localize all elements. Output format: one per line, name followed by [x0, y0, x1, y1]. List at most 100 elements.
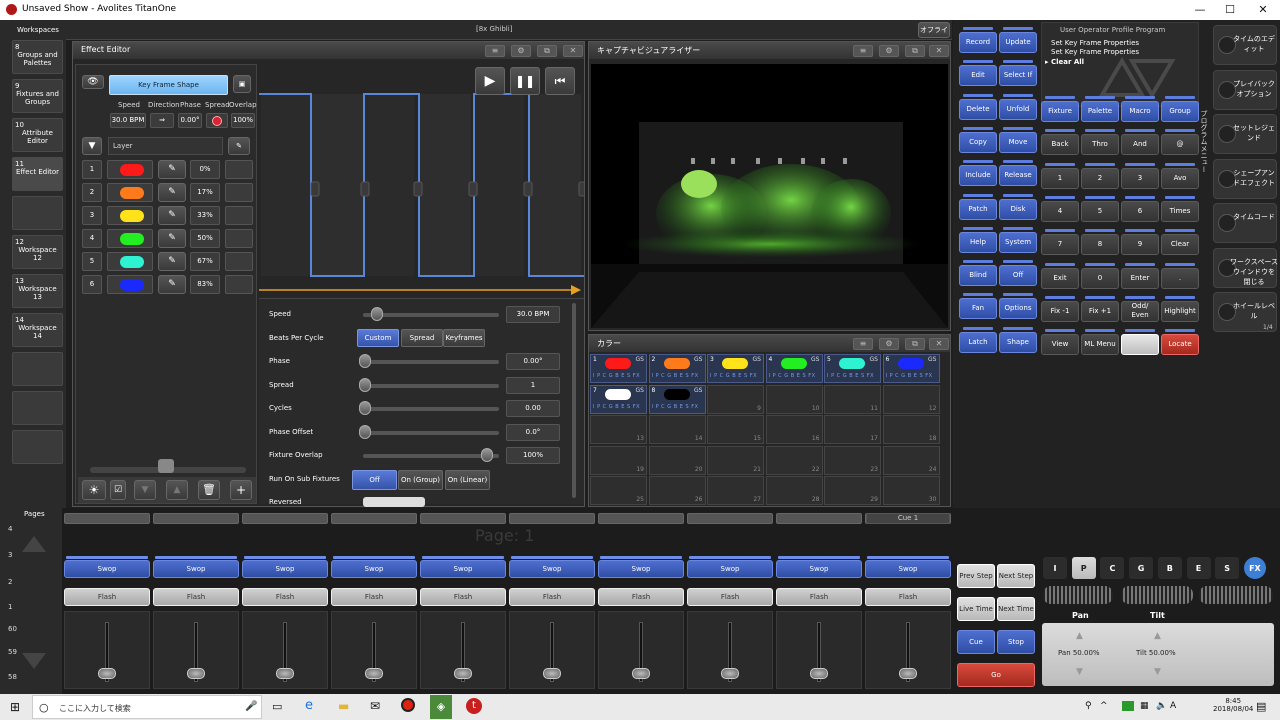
param-slider[interactable]	[363, 407, 499, 411]
palette-cell[interactable]: 13	[590, 415, 647, 444]
param-slider[interactable]	[363, 454, 499, 458]
param-slider[interactable]	[363, 430, 499, 435]
fader-knob[interactable]	[454, 668, 472, 679]
pencil-icon[interactable]: ✎	[158, 206, 186, 225]
palette-cell[interactable]: 2 GS I P C G B E S FX	[648, 354, 706, 383]
palette-cell[interactable]: 19	[590, 445, 647, 475]
flash-button[interactable]: Flash	[331, 588, 417, 606]
keyframe-handle[interactable]	[523, 181, 533, 197]
param-value[interactable]: 100%	[506, 447, 560, 464]
page-number[interactable]: 58	[8, 673, 17, 681]
flash-button[interactable]: Flash	[776, 588, 862, 606]
workspace-14[interactable]: 14 Workspace 14	[12, 313, 63, 347]
palette-cell[interactable]: 5 GS I P C G B E S FX	[824, 354, 881, 383]
swop-button[interactable]: Swop	[509, 560, 595, 578]
record-app-icon[interactable]	[401, 698, 415, 712]
flash-button[interactable]: Flash	[242, 588, 328, 606]
palette-cell[interactable]: 10	[765, 384, 823, 414]
fader-knob[interactable]	[899, 668, 917, 679]
swop-button[interactable]: Swop	[153, 560, 239, 578]
playback-legend[interactable]	[598, 513, 684, 524]
key-record[interactable]: Record	[959, 32, 997, 53]
pause-icon[interactable]: ❚❚	[510, 67, 540, 95]
people-icon[interactable]: ⚲	[1085, 701, 1092, 711]
layer-color-swatch[interactable]	[107, 183, 153, 202]
param-value[interactable]: 0.00°	[506, 353, 560, 370]
palette-cell[interactable]: 23	[824, 445, 881, 475]
bpc-option-0[interactable]: Custom	[357, 328, 399, 347]
key-9[interactable]: 9	[1121, 234, 1159, 256]
pencil-icon[interactable]: ✎	[158, 252, 186, 271]
palette-cell[interactable]: 6 GS I P C G B E S FX	[882, 354, 940, 383]
detach-icon[interactable]: ⧉	[905, 45, 925, 57]
param-knob[interactable]	[359, 401, 371, 415]
key-update[interactable]: Update	[999, 32, 1037, 53]
attribute-tab-g[interactable]: G	[1129, 557, 1154, 579]
tilt-up-icon[interactable]: ▲	[1154, 631, 1161, 641]
volume-icon[interactable]: 🔈	[1156, 701, 1167, 711]
flash-button[interactable]: Flash	[687, 588, 773, 606]
layer-slot[interactable]	[225, 160, 253, 179]
page-down-icon[interactable]	[22, 653, 46, 669]
flash-button[interactable]: Flash	[153, 588, 239, 606]
page-up-icon[interactable]	[22, 536, 46, 552]
palette-cell[interactable]: 27	[707, 476, 764, 505]
keyframe-handle[interactable]	[310, 181, 320, 197]
key--[interactable]: @	[1161, 134, 1199, 156]
ime-indicator[interactable]: A	[1170, 701, 1176, 711]
trash-icon[interactable]: 🗑	[198, 480, 220, 500]
page-number[interactable]: 4	[8, 525, 12, 533]
keyframe-shape-button[interactable]: Key Frame Shape	[109, 75, 228, 95]
layer-slot[interactable]	[225, 275, 253, 294]
palette-cell[interactable]: 7 GS I P C G B E S FX	[590, 384, 647, 414]
eye-icon[interactable]: 👁	[82, 75, 104, 89]
side-key-4[interactable]: タイムコード	[1213, 203, 1277, 243]
key-4[interactable]: 4	[1041, 200, 1079, 222]
layer-percent[interactable]: 83%	[190, 275, 220, 294]
side-key-0[interactable]: タイムのエディット	[1213, 25, 1277, 65]
attribute-tab-e[interactable]: E	[1186, 557, 1211, 579]
keyframe-handle[interactable]	[360, 181, 370, 197]
info-tabs[interactable]: User Operator Profile Program	[1060, 26, 1165, 34]
swop-button[interactable]: Swop	[64, 560, 150, 578]
palette-cell[interactable]: 17	[824, 415, 881, 444]
swop-button[interactable]: Swop	[776, 560, 862, 578]
workspace-empty-4[interactable]	[12, 196, 63, 230]
param-slider[interactable]	[363, 360, 499, 364]
palette-cell[interactable]: 16	[765, 415, 823, 444]
network-icon[interactable]: ▦	[1140, 701, 1149, 711]
keyframe-handle[interactable]	[468, 181, 478, 197]
flash-button[interactable]: Flash	[598, 588, 684, 606]
side-key-5[interactable]: ワークスペースウインドウを閉じる	[1213, 247, 1278, 288]
detach-icon[interactable]: ⧉	[905, 338, 925, 350]
layer-color-swatch[interactable]	[107, 275, 153, 294]
close-icon[interactable]: ✕	[929, 45, 949, 57]
layer-color-swatch[interactable]	[107, 229, 153, 248]
play-icon[interactable]: ▶	[475, 67, 505, 95]
notification-icon[interactable]: ▤	[1256, 700, 1266, 713]
swop-button[interactable]: Swop	[420, 560, 506, 578]
key-exit[interactable]: Exit	[1041, 267, 1079, 289]
key-off[interactable]: Off	[999, 265, 1037, 287]
close-icon[interactable]: ✕	[563, 45, 583, 57]
reversed-toggle[interactable]	[363, 497, 425, 507]
gear-icon[interactable]: ⚙	[511, 45, 531, 57]
third-wheel[interactable]	[1199, 586, 1273, 604]
palette-cell[interactable]: 1 GS I P C G B E S FX	[590, 354, 647, 383]
playback-legend[interactable]	[776, 513, 862, 524]
key-view[interactable]: View	[1041, 334, 1079, 356]
param-value[interactable]: 30.0 BPM	[506, 306, 560, 323]
swop-button[interactable]: Swop	[331, 560, 417, 578]
side-key-1[interactable]: プレイバックオプション	[1213, 69, 1277, 110]
param-knob[interactable]	[371, 307, 383, 321]
page-number[interactable]: 59	[8, 648, 17, 656]
minimize-button[interactable]: —	[1185, 2, 1215, 18]
palette-cell[interactable]: 26	[648, 476, 706, 505]
overlap-value[interactable]: 100%	[231, 113, 255, 128]
run-sub-option-0[interactable]: Off	[352, 469, 397, 490]
gear-icon[interactable]: ⚙	[879, 338, 899, 350]
tray-up-icon[interactable]: ^	[1100, 701, 1108, 711]
key-blank[interactable]	[1121, 334, 1159, 356]
key-2[interactable]: 2	[1081, 167, 1119, 189]
attribute-tab-c[interactable]: C	[1100, 557, 1125, 579]
